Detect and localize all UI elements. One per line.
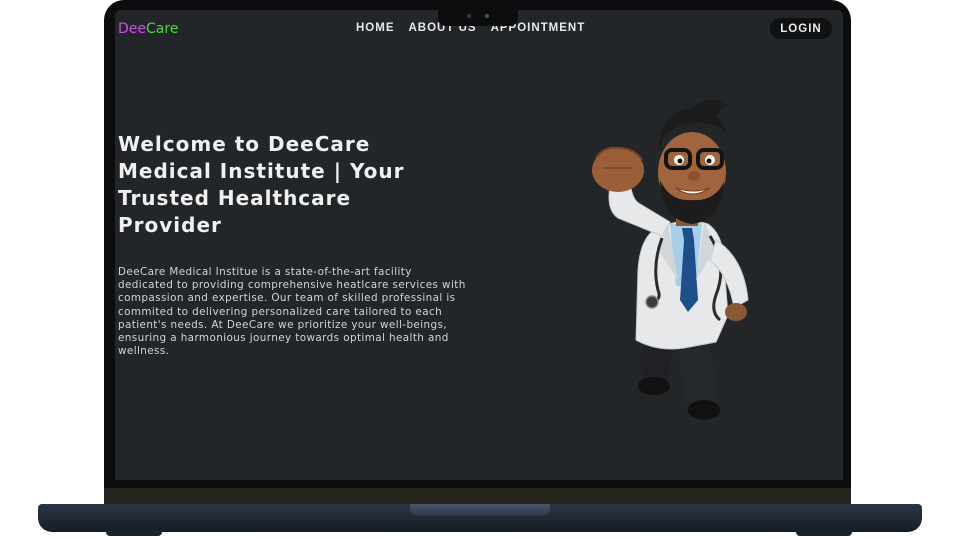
- fist-icon: [592, 146, 644, 192]
- brand-logo-part1: Dee: [118, 21, 147, 37]
- camera-icon: [467, 14, 471, 18]
- brand-logo[interactable]: DeeCare: [118, 21, 178, 37]
- website-screen: DeeCare HOME ABOUT US APPOINTMENT LOGIN …: [115, 10, 843, 480]
- camera-notch: [438, 8, 518, 26]
- laptop-chin: [104, 488, 851, 504]
- laptop-foot-left: [106, 530, 162, 536]
- camera-led-icon: [485, 14, 489, 18]
- nav-home-link[interactable]: HOME: [356, 22, 395, 34]
- login-button[interactable]: LOGIN: [770, 18, 832, 39]
- laptop-foot-right: [796, 530, 852, 536]
- laptop-opening-groove: [410, 504, 550, 516]
- doctor-head: [658, 99, 728, 224]
- hero-description: DeeCare Medical Institue is a state-of-t…: [118, 266, 466, 358]
- hero-title: Welcome to DeeCare Medical Institute | Y…: [118, 132, 405, 237]
- doctor-superhero-illustration: [592, 99, 749, 420]
- brand-logo-part2: Care: [146, 21, 179, 37]
